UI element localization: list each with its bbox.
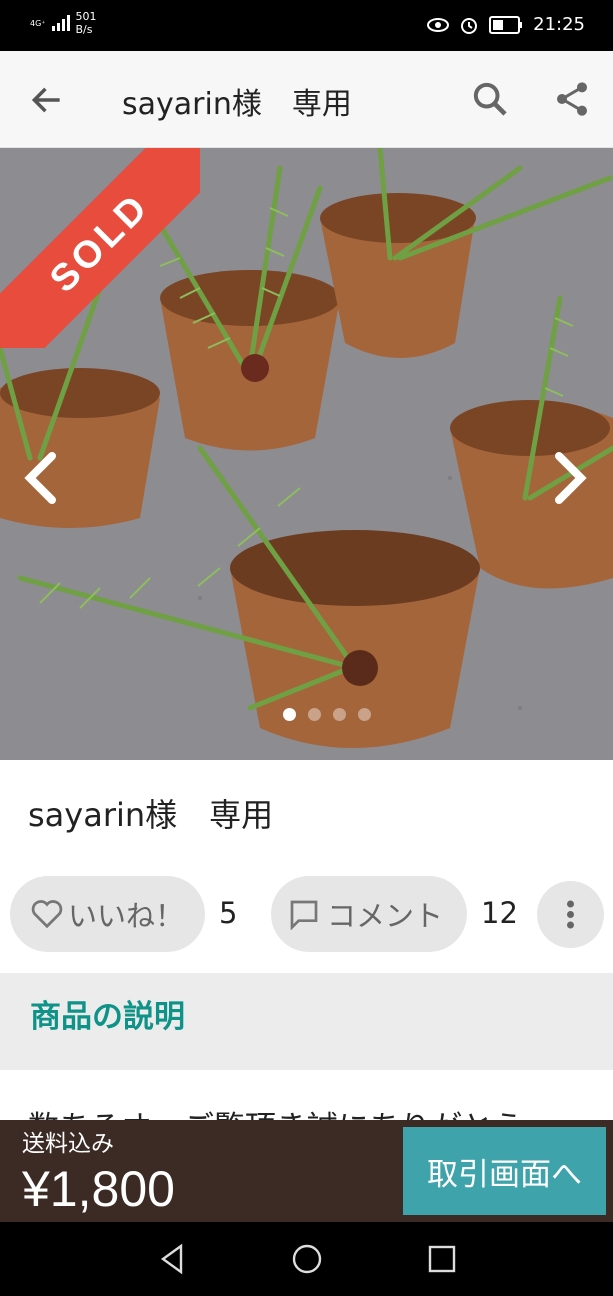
description-heading: 商品の説明 [30, 999, 185, 1035]
network-type: 4G⁺ [30, 18, 46, 28]
network-indicator: 4G⁺ 501 B/s [30, 10, 97, 36]
description-section-header: 商品の説明 [0, 973, 613, 1070]
product-image-carousel[interactable]: SOLD [0, 148, 613, 760]
carousel-page-indicator [283, 708, 371, 721]
transaction-screen-button[interactable]: 取引画面へ [403, 1127, 606, 1215]
network-speed-unit: B/s [75, 23, 93, 36]
sold-badge: SOLD [0, 148, 200, 348]
like-label: いいね！ [68, 899, 185, 933]
app-bar: sayarin様 専用 [0, 51, 613, 148]
comment-button[interactable]: コメント [271, 876, 467, 952]
carousel-dot[interactable] [283, 708, 296, 721]
comment-icon [290, 900, 318, 930]
like-count: 5 [219, 896, 238, 930]
comment-count: 12 [481, 896, 518, 930]
carousel-dot[interactable] [308, 708, 321, 721]
status-bar: 4G⁺ 501 B/s 21:25 [0, 0, 613, 51]
sold-label: SOLD [41, 184, 158, 301]
nav-back-icon[interactable] [155, 1242, 189, 1276]
shipping-label: 送料込み [22, 1131, 114, 1157]
network-speed-value: 501 [75, 10, 97, 23]
share-icon[interactable] [552, 79, 592, 119]
battery-icon [489, 15, 523, 34]
back-arrow-icon[interactable] [28, 81, 66, 119]
carousel-dot[interactable] [333, 708, 346, 721]
more-options-button[interactable] [537, 881, 604, 948]
alarm-icon [461, 17, 478, 34]
page-title: sayarin様 専用 [122, 87, 352, 122]
chevron-right-icon[interactable] [545, 448, 595, 508]
more-vertical-icon [567, 900, 574, 929]
like-button[interactable]: いいね！ [10, 876, 205, 952]
chevron-left-icon[interactable] [16, 448, 66, 508]
nav-home-icon[interactable] [290, 1242, 324, 1276]
purchase-bar: 送料込み ¥1,800 取引画面へ [0, 1120, 613, 1222]
carousel-dot[interactable] [358, 708, 371, 721]
eye-icon [427, 17, 450, 32]
system-nav-bar [0, 1222, 613, 1296]
clock: 21:25 [533, 14, 585, 35]
item-title: sayarin様 専用 [28, 796, 274, 834]
search-icon[interactable] [470, 79, 510, 119]
heart-icon [31, 900, 63, 929]
nav-recents-icon[interactable] [425, 1242, 459, 1276]
comment-label: コメント [327, 899, 444, 933]
signal-icon [51, 15, 70, 31]
price: ¥1,800 [22, 1161, 175, 1217]
